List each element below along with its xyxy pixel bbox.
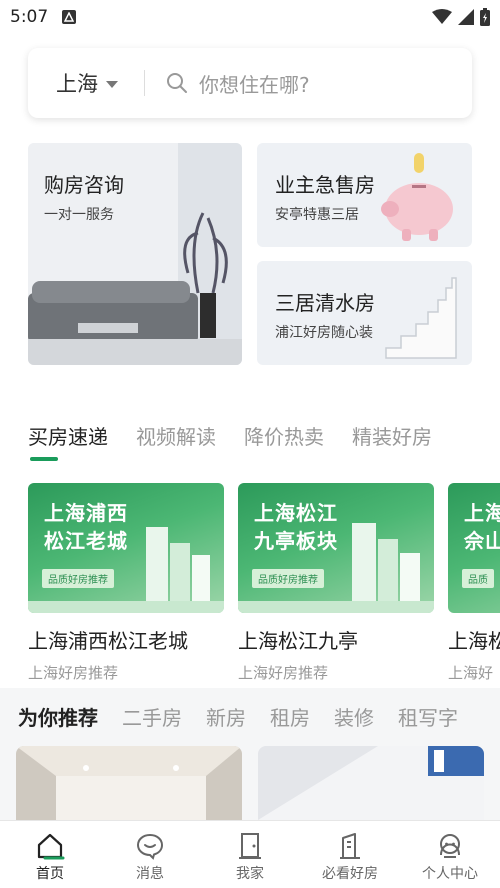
home-icon	[37, 833, 65, 860]
status-bar: 5:07	[0, 0, 500, 34]
tab-new-house[interactable]: 新房	[206, 702, 246, 731]
banner-headline: 上海松江 九亭板块	[254, 501, 338, 553]
nav-label: 消息	[136, 866, 164, 882]
profile-face-icon	[440, 834, 460, 858]
status-time: 5:07	[10, 7, 49, 27]
feed-card-subtitle: 上海好房推荐	[28, 664, 119, 682]
promo-subtitle: 安亭特惠三居	[275, 207, 359, 223]
tab-furnished[interactable]: 精装好房	[352, 421, 432, 450]
listing-card[interactable]	[258, 746, 484, 820]
tab-for-you[interactable]: 为你推荐	[18, 702, 98, 731]
feed-card[interactable]: 上海 佘山 品质 上海松 上海好	[448, 483, 500, 683]
promo-bare-text: 三居清水房 浦江好房随心装	[275, 287, 375, 342]
building-icon	[340, 833, 360, 859]
tab-decoration[interactable]: 装修	[334, 702, 374, 731]
feed-banner: 上海松江 九亭板块 品质好房推荐	[238, 483, 434, 613]
wifi-icon	[432, 9, 452, 24]
promo-subtitle: 浦江好房随心装	[275, 325, 373, 341]
feed-card-subtitle: 上海好	[448, 664, 494, 682]
tab-rent[interactable]: 租房	[270, 702, 310, 731]
feed-banner: 上海浦西 松江老城 品质好房推荐	[28, 483, 224, 613]
feed-card[interactable]: 上海浦西 松江老城 品质好房推荐 上海浦西松江老城 上海好房推荐	[28, 483, 224, 683]
stairs-icon	[385, 277, 457, 359]
promo-urgent-text: 业主急售房 安亭特惠三居	[275, 169, 375, 224]
feed-card-subtitle: 上海好房推荐	[238, 664, 329, 682]
tab-second-hand[interactable]: 二手房	[122, 702, 182, 731]
promo-consult-text: 购房咨询 一对一服务	[44, 169, 124, 224]
chat-bubble-icon	[136, 833, 164, 860]
notification-app-icon	[62, 10, 77, 24]
banner-tag: 品质好房推荐	[252, 569, 324, 588]
piggy-bank-icon	[381, 153, 453, 241]
promo-subtitle: 一对一服务	[44, 207, 114, 223]
promo-card-bare-house[interactable]: 三居清水房 浦江好房随心装	[257, 261, 472, 365]
door-icon	[239, 833, 261, 859]
nav-my-home[interactable]: 我家	[200, 821, 300, 888]
banner-tag: 品质	[462, 569, 494, 588]
search-input[interactable]: 你想住在哪?	[199, 69, 310, 98]
tab-price-drop[interactable]: 降价热卖	[244, 421, 324, 450]
tab-office-rent[interactable]: 租写字	[398, 702, 458, 731]
feed-card-title: 上海松江九亭	[238, 629, 358, 653]
tab-buy-express[interactable]: 买房速递	[28, 421, 108, 450]
ceiling-photo	[16, 746, 242, 820]
battery-icon	[480, 8, 490, 26]
banner-headline: 上海 佘山	[464, 501, 500, 553]
nav-label: 我家	[236, 866, 264, 882]
promo-card-consult[interactable]: 购房咨询 一对一服务	[28, 143, 242, 365]
chevron-down-icon[interactable]	[106, 80, 118, 88]
banner-headline: 上海浦西 松江老城	[44, 501, 128, 553]
promo-title: 业主急售房	[275, 173, 375, 197]
listing-card[interactable]	[16, 746, 242, 820]
nav-profile[interactable]: 个人中心	[400, 821, 500, 888]
nav-label: 首页	[36, 866, 64, 882]
promo-card-urgent-sale[interactable]: 业主急售房 安亭特惠三居	[257, 143, 472, 247]
recommend-tabs: 为你推荐 二手房 新房 租房 装修 租写字	[18, 702, 458, 731]
search-icon	[167, 73, 187, 93]
banner-tag: 品质好房推荐	[42, 569, 114, 588]
feed-card-title: 上海浦西松江老城	[28, 629, 188, 653]
room-photo	[258, 746, 484, 820]
search-bar[interactable]: 上海 你想住在哪?	[28, 48, 472, 118]
nav-must-see[interactable]: 必看好房	[300, 821, 400, 888]
feed-card-title: 上海松	[448, 629, 500, 653]
nav-home[interactable]: 首页	[0, 821, 100, 888]
tab-video-analysis[interactable]: 视频解读	[136, 421, 216, 450]
feed-tabs: 买房速递 视频解读 降价热卖 精装好房	[28, 421, 432, 450]
status-icons	[432, 8, 490, 26]
active-tab-indicator	[30, 457, 58, 461]
promo-title: 三居清水房	[275, 291, 375, 315]
search-divider	[144, 70, 145, 96]
nav-messages[interactable]: 消息	[100, 821, 200, 888]
city-selector[interactable]: 上海	[56, 68, 98, 98]
feed-banner: 上海 佘山 品质	[448, 483, 500, 613]
promo-title: 购房咨询	[44, 173, 124, 197]
nav-label: 个人中心	[422, 866, 478, 882]
feed-card[interactable]: 上海松江 九亭板块 品质好房推荐 上海松江九亭 上海好房推荐	[238, 483, 434, 683]
nav-label: 必看好房	[322, 866, 378, 882]
bottom-nav: 首页 消息 我家 必看好房 个人中心	[0, 820, 500, 888]
cell-signal-icon	[458, 9, 474, 25]
